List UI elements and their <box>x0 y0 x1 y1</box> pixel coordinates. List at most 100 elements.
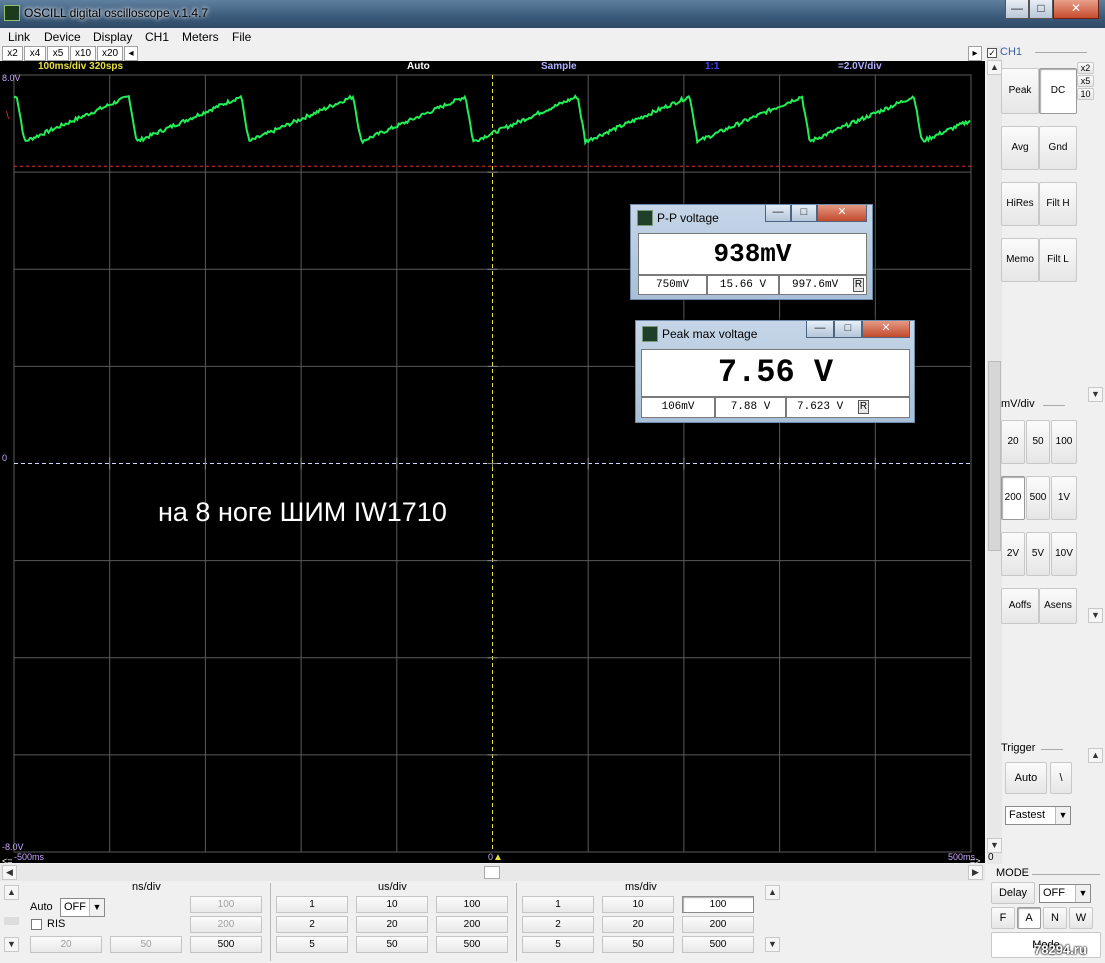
mvdiv-100-button[interactable]: 100 <box>1051 420 1077 464</box>
ms-10-button[interactable]: 10 <box>602 896 674 913</box>
menu-display[interactable]: Display <box>93 30 132 44</box>
peak-max-voltage-meter[interactable]: Peak max voltage — □ ✕ 7.56 V 106mV 7.88… <box>635 320 915 423</box>
ns-20-button[interactable]: 20 <box>30 936 102 953</box>
memo-button[interactable]: Memo <box>1001 238 1039 282</box>
gnd-button[interactable]: Gnd <box>1039 126 1077 170</box>
us-2-button[interactable]: 2 <box>276 916 348 933</box>
us-500-button[interactable]: 500 <box>436 936 508 953</box>
ns-200-button[interactable]: 200 <box>190 916 262 933</box>
zoom-x2-button[interactable]: x2 <box>2 46 23 61</box>
scroll-up-arrow-icon[interactable]: ▲ <box>987 60 1002 75</box>
meter-close-button[interactable]: ✕ <box>862 321 910 338</box>
meter-maximize-button[interactable]: □ <box>834 321 862 338</box>
us-100-button[interactable]: 100 <box>436 896 508 913</box>
ch1-checkbox[interactable]: ✓ <box>987 48 997 58</box>
mode-f-button[interactable]: F <box>991 907 1015 929</box>
mvdiv-20-button[interactable]: 20 <box>1001 420 1025 464</box>
ch-zoom-x5-button[interactable]: x5 <box>1077 75 1094 87</box>
timebase-scroll-up-icon[interactable]: ▲ <box>4 885 19 900</box>
zoom-x4-button[interactable]: x4 <box>24 46 46 61</box>
ms-scroll-up-icon[interactable]: ▲ <box>765 885 780 900</box>
trigger-scroll-up-icon[interactable]: ▲ <box>1088 748 1103 763</box>
trigger-auto-button[interactable]: Auto <box>1005 762 1047 794</box>
ms-200-button[interactable]: 200 <box>682 916 754 933</box>
trigger-position-icon[interactable]: ▲ <box>493 852 503 863</box>
hscroll-right-arrow-icon[interactable]: ▶ <box>968 865 983 880</box>
meter-close-button[interactable]: ✕ <box>817 205 867 222</box>
us-10-button[interactable]: 10 <box>356 896 428 913</box>
menu-file[interactable]: File <box>232 30 251 44</box>
scope-scroll-thumb[interactable] <box>988 361 1001 551</box>
mvdiv-1v-button[interactable]: 1V <box>1051 476 1077 520</box>
zoom-x10-button[interactable]: x10 <box>70 46 96 61</box>
meter-minimize-button[interactable]: — <box>765 205 791 222</box>
maximize-button[interactable]: □ <box>1029 0 1053 19</box>
hscroll-thumb[interactable] <box>484 866 500 879</box>
mode-w-button[interactable]: W <box>1069 907 1093 929</box>
ris-checkbox[interactable] <box>31 919 42 930</box>
us-200-button[interactable]: 200 <box>436 916 508 933</box>
ch-zoom-x10-button[interactable]: 10 <box>1077 88 1094 100</box>
minimize-button[interactable]: — <box>1005 0 1029 19</box>
hscroll-left-arrow-icon[interactable]: ◀ <box>2 865 17 880</box>
ms-50-button[interactable]: 50 <box>602 936 674 953</box>
mvdiv-50-button[interactable]: 50 <box>1026 420 1050 464</box>
panel-scroll-up-icon[interactable]: ▼ <box>1088 387 1103 402</box>
ns-100-button[interactable]: 100 <box>190 896 262 913</box>
delay-button[interactable]: Delay <box>991 882 1035 904</box>
us-5-button[interactable]: 5 <box>276 936 348 953</box>
zoom-x20-button[interactable]: x20 <box>97 46 123 61</box>
ms-1-button[interactable]: 1 <box>522 896 594 913</box>
menu-link[interactable]: Link <box>8 30 30 44</box>
us-20-button[interactable]: 20 <box>356 916 428 933</box>
zoom-left-arrow-icon[interactable]: ◂ <box>124 46 138 61</box>
ms-2-button[interactable]: 2 <box>522 916 594 933</box>
mode-a-button[interactable]: A <box>1017 907 1041 929</box>
us-1-button[interactable]: 1 <box>276 896 348 913</box>
zoom-right-arrow-icon[interactable]: ▸ <box>968 46 982 61</box>
delay-select[interactable]: OFF ▼ <box>1039 884 1091 903</box>
panel-scroll-down-icon[interactable]: ▼ <box>1088 608 1103 623</box>
menu-ch1[interactable]: CH1 <box>145 30 169 44</box>
hires-button[interactable]: HiRes <box>1001 182 1039 226</box>
mvdiv-200-button[interactable]: 200 <box>1001 476 1025 520</box>
ns-500-button[interactable]: 500 <box>190 936 262 953</box>
ms-20-button[interactable]: 20 <box>602 916 674 933</box>
avg-button[interactable]: Avg <box>1001 126 1039 170</box>
channel-marker[interactable]: \ <box>6 110 9 122</box>
menu-meters[interactable]: Meters <box>182 30 219 44</box>
zoom-x5-button[interactable]: x5 <box>47 46 69 61</box>
filt-l-button[interactable]: Filt L <box>1039 238 1077 282</box>
timebase-scroll-track[interactable] <box>4 917 19 925</box>
ms-500-button[interactable]: 500 <box>682 936 754 953</box>
timebase-scroll-down-icon[interactable]: ▼ <box>4 937 19 952</box>
us-50-button[interactable]: 50 <box>356 936 428 953</box>
aoffs-button[interactable]: Aoffs <box>1001 588 1039 624</box>
trigger-edge-button[interactable]: \ <box>1050 762 1072 794</box>
menu-device[interactable]: Device <box>44 30 81 44</box>
ms-100-button[interactable]: 100 <box>682 896 754 913</box>
mode-n-button[interactable]: N <box>1043 907 1067 929</box>
ch-zoom-x2-button[interactable]: x2 <box>1077 62 1094 74</box>
oscilloscope-screen[interactable]: 8.0V 0 -8.0V -500ms 0 500ms <= => \ ▲ на… <box>0 73 985 866</box>
meter-reset-button[interactable]: R <box>853 278 864 292</box>
auto-select[interactable]: OFF ▼ <box>60 898 105 917</box>
scroll-down-arrow-icon[interactable]: ▼ <box>987 838 1002 853</box>
ms-scroll-down-icon[interactable]: ▼ <box>765 937 780 952</box>
meter-minimize-button[interactable]: — <box>806 321 834 338</box>
trigger-speed-select[interactable]: Fastest ▼ <box>1005 806 1071 825</box>
ms-5-button[interactable]: 5 <box>522 936 594 953</box>
time-scrollbar[interactable]: ◀ ▶ <box>0 864 985 881</box>
peak-button[interactable]: Peak <box>1001 68 1039 114</box>
meter-maximize-button[interactable]: □ <box>791 205 817 222</box>
meter-reset-button[interactable]: R <box>858 400 869 414</box>
mvdiv-10v-button[interactable]: 10V <box>1051 532 1077 576</box>
dc-button[interactable]: DC <box>1039 68 1077 114</box>
mvdiv-500-button[interactable]: 500 <box>1026 476 1050 520</box>
asens-button[interactable]: Asens <box>1039 588 1077 624</box>
pp-voltage-meter[interactable]: P-P voltage — □ ✕ 938mV 750mV 15.66 V 99… <box>630 204 873 300</box>
ns-50-button[interactable]: 50 <box>110 936 182 953</box>
close-button[interactable]: ✕ <box>1053 0 1099 19</box>
mvdiv-5v-button[interactable]: 5V <box>1026 532 1050 576</box>
filt-h-button[interactable]: Filt H <box>1039 182 1077 226</box>
